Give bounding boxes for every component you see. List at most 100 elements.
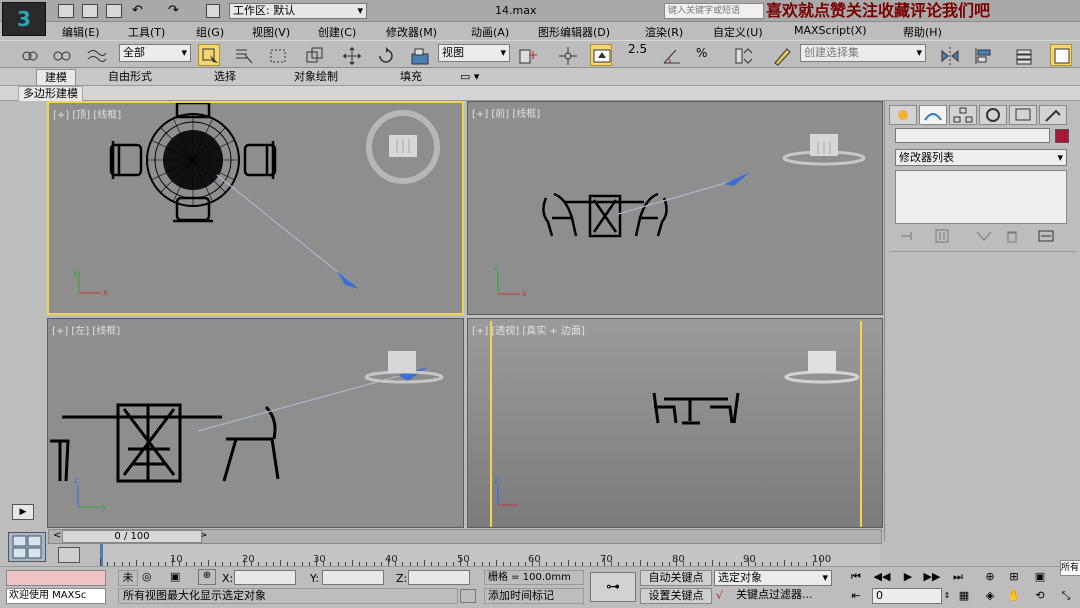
go-to-start-icon[interactable]: ⏮	[846, 569, 866, 585]
spinner-snap-icon[interactable]	[730, 44, 753, 66]
angle-snap-icon[interactable]	[660, 44, 682, 66]
configure-modifier-sets-icon[interactable]	[1037, 229, 1055, 243]
percent-snap-icon[interactable]: %	[696, 46, 707, 60]
time-tag-icon[interactable]	[460, 589, 476, 603]
display-tab-icon[interactable]	[1009, 105, 1037, 125]
new-file-icon[interactable]	[58, 4, 74, 18]
trackbar-ruler[interactable]: 10 20 30 40 50 60 70 80 90 100	[100, 544, 880, 566]
named-selection-dropdown[interactable]: 创建选择集 ▾	[800, 44, 926, 62]
pin-stack-icon[interactable]	[899, 229, 917, 243]
select-manipulate-icon[interactable]	[556, 44, 578, 66]
menu-customize[interactable]: 自定义(U)	[713, 24, 763, 40]
mini-curve-editor-icon[interactable]	[58, 547, 80, 563]
time-prev-icon[interactable]: <	[53, 530, 61, 541]
modify-tab-icon[interactable]	[919, 105, 947, 125]
align-icon[interactable]	[972, 44, 994, 66]
zoom-all-icon[interactable]: ⊞	[1004, 569, 1024, 585]
link-icon[interactable]	[18, 44, 40, 66]
set-key-button[interactable]: 设置关键点	[640, 588, 712, 604]
zoom-icon[interactable]: ⊕	[980, 569, 1000, 585]
menu-graph-editors[interactable]: 图形编辑器(D)	[538, 24, 610, 40]
key-mode-toggle-icon[interactable]: ⇤	[846, 588, 866, 604]
modifier-stack[interactable]	[895, 170, 1067, 224]
set-key-icon[interactable]: ⊶	[590, 572, 636, 602]
key-filters-button[interactable]: 关键点过滤器...	[714, 588, 832, 604]
auto-key-button[interactable]: 自动关键点	[640, 570, 712, 586]
selection-lock-label[interactable]: 未	[118, 570, 138, 586]
menu-rendering[interactable]: 渲染(R)	[645, 24, 683, 40]
menu-animation[interactable]: 动画(A)	[471, 24, 509, 40]
pan-icon[interactable]: ✋	[1004, 588, 1024, 604]
pivot-center-icon[interactable]	[516, 44, 538, 66]
workspace-dropdown[interactable]: 工作区: 默认 ▾	[229, 3, 367, 19]
tab-object-paint[interactable]: 对象绘制	[286, 69, 346, 85]
modifier-list-dropdown[interactable]: 修改器列表 ▾	[895, 149, 1067, 166]
layer-manager-icon[interactable]	[1012, 44, 1034, 66]
hierarchy-tab-icon[interactable]	[949, 105, 977, 125]
next-frame-icon[interactable]: ▶▶	[922, 569, 942, 585]
viewport-top[interactable]: [+] [顶] [线框] yx	[47, 101, 464, 315]
create-tab-icon[interactable]	[889, 105, 917, 125]
remove-modifier-icon[interactable]	[1003, 229, 1021, 243]
lock-icon[interactable]: ▣	[170, 570, 180, 583]
utilities-tab-icon[interactable]	[1039, 105, 1067, 125]
viewport-perspective[interactable]: [+] [透视] [真实 + 边面] z	[467, 318, 883, 528]
rotate-icon[interactable]	[374, 44, 396, 66]
selection-filter-dropdown[interactable]: 全部 ▾	[119, 44, 191, 62]
frame-spinner-icon[interactable]: ⇕	[942, 588, 952, 604]
save-file-icon[interactable]	[106, 4, 122, 18]
object-color-swatch[interactable]	[1055, 129, 1069, 143]
viewport-left[interactable]: [+] [左] [线框] zy	[47, 318, 464, 528]
y-coordinate-field[interactable]	[322, 570, 384, 585]
select-by-name-icon[interactable]	[232, 44, 254, 66]
time-slider-thumb[interactable]: 0 / 100	[62, 530, 202, 543]
menu-edit[interactable]: 编辑(E)	[62, 24, 100, 40]
tab-selection[interactable]: 选择	[206, 69, 244, 85]
redo-icon[interactable]: ↷	[168, 3, 179, 18]
select-object-icon[interactable]	[198, 44, 220, 66]
show-end-result-icon[interactable]	[933, 229, 951, 243]
object-name-field[interactable]	[895, 128, 1050, 143]
menu-maxscript[interactable]: MAXScript(X)	[794, 24, 867, 37]
make-unique-icon[interactable]	[975, 229, 993, 243]
tab-freeform[interactable]: 自由形式	[100, 69, 160, 85]
undo-icon[interactable]: ↶	[132, 3, 143, 18]
add-time-tag[interactable]: 添加时间标记	[484, 588, 584, 604]
keyboard-shortcut-override-icon[interactable]	[590, 44, 612, 66]
maximize-viewport-icon[interactable]: ⤡	[1056, 588, 1076, 604]
graphite-tools-icon[interactable]	[1050, 44, 1072, 66]
time-configuration-icon[interactable]: ▦	[954, 588, 974, 604]
rectangular-selection-icon[interactable]	[266, 44, 288, 66]
menu-create[interactable]: 创建(C)	[318, 24, 356, 40]
menu-group[interactable]: 组(G)	[196, 24, 224, 40]
key-selection-dropdown[interactable]: 选定对象 ▾	[714, 570, 832, 586]
ribbon-options-dropdown[interactable]: ▭ ▾	[452, 69, 487, 85]
viewport-layout-button[interactable]	[8, 532, 46, 562]
open-file-icon[interactable]	[82, 4, 98, 18]
tab-populate[interactable]: 填充	[392, 69, 430, 85]
current-frame-field[interactable]: 0	[872, 588, 942, 604]
bind-spacewarp-icon[interactable]	[84, 44, 107, 66]
field-of-view-icon[interactable]: ◈	[980, 588, 1000, 604]
window-crossing-icon[interactable]	[302, 44, 324, 66]
tab-modeling[interactable]: 建模	[36, 69, 76, 85]
menu-modifiers[interactable]: 修改器(M)	[386, 24, 437, 40]
polygon-modeling-panel[interactable]: 多边形建模	[18, 86, 83, 102]
menu-tools[interactable]: 工具(T)	[128, 24, 165, 40]
previous-frame-icon[interactable]: ◀◀	[872, 569, 892, 585]
menu-views[interactable]: 视图(V)	[252, 24, 290, 40]
z-coordinate-field[interactable]	[408, 570, 470, 585]
maxscript-mini-listener-icon[interactable]: ▶	[12, 504, 34, 520]
lightbulb-icon[interactable]: ◎	[142, 570, 152, 583]
edit-named-selection-icon[interactable]	[770, 44, 792, 66]
search-input[interactable]: 键入关键字或短语	[664, 3, 764, 19]
mirror-icon[interactable]	[938, 44, 960, 66]
absolute-mode-icon[interactable]: ⊕	[198, 569, 216, 585]
orbit-icon[interactable]: ⟲	[1030, 588, 1050, 604]
move-icon[interactable]	[340, 44, 362, 66]
viewport-front[interactable]: [+] [前] [线框] zx	[467, 101, 883, 315]
zoom-extents-icon[interactable]: ▣	[1030, 569, 1050, 585]
snap-toggle-label[interactable]: 2.5	[628, 42, 647, 56]
reference-coordinate-dropdown[interactable]: 视图 ▾	[438, 44, 510, 62]
go-to-end-icon[interactable]: ⏭	[948, 569, 968, 585]
